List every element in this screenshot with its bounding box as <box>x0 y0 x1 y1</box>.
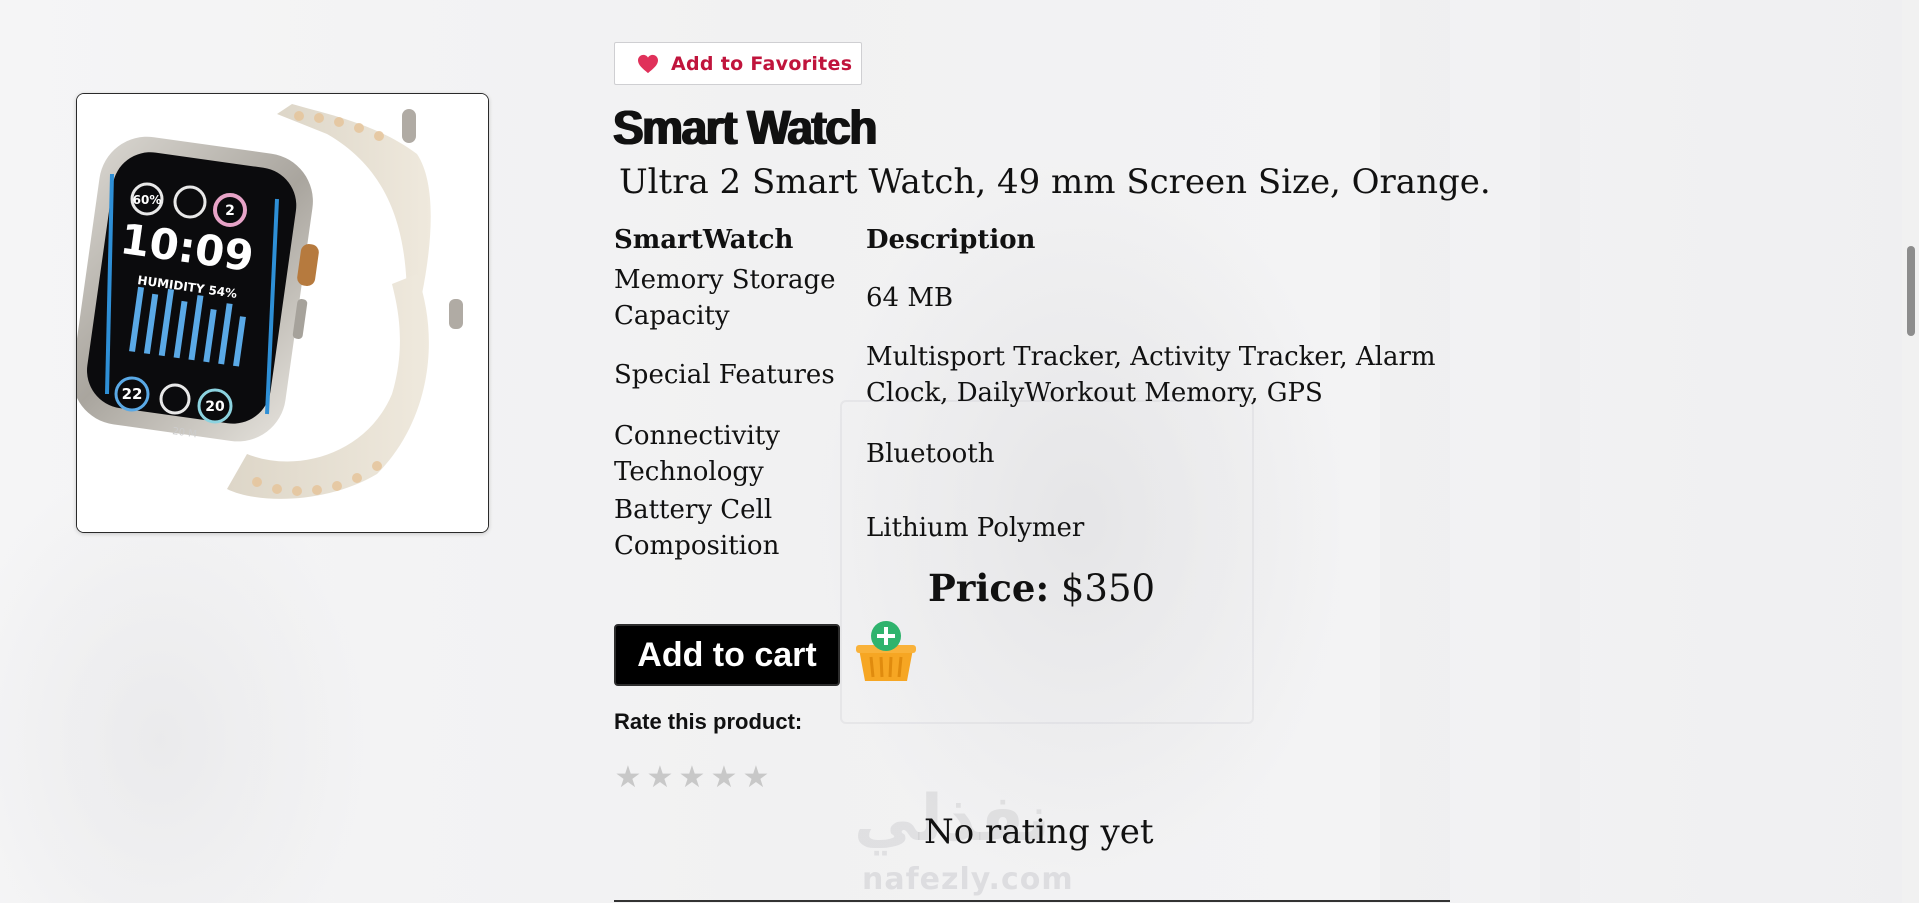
watch-ring-1: 60% <box>133 193 162 207</box>
scrollbar[interactable] <box>1902 0 1919 903</box>
spec-value: Bluetooth <box>866 439 995 469</box>
product-subtitle: Ultra 2 Smart Watch, 49 mm Screen Size, … <box>619 162 1491 202</box>
spec-key: Battery Cell Composition <box>614 495 780 561</box>
watermark-latin: nafezly.com <box>862 862 1074 897</box>
specs-table: SmartWatch Description Memory Storage Ca… <box>614 218 1454 565</box>
star-rating: ★ ★ ★ ★ ★ <box>612 762 772 794</box>
watch-ring-2: 2 <box>225 203 235 219</box>
spec-row-features: Special Features Multisport Tracker, Act… <box>614 337 1454 413</box>
divider <box>614 900 1450 902</box>
spec-key: Connectivity Technology <box>614 421 780 487</box>
price-value: $350 <box>1060 567 1156 610</box>
spec-key: Special Features <box>614 360 835 390</box>
product-name: Smart Watch <box>613 99 877 155</box>
add-basket-icon[interactable] <box>853 619 919 683</box>
spec-value: Lithium Polymer <box>866 513 1085 543</box>
spec-value: 64 MB <box>866 282 954 313</box>
rating-status: No rating yet <box>924 812 1154 852</box>
spec-row-battery: Battery Cell Composition Lithium Polymer <box>614 491 1454 565</box>
specs-header-key: SmartWatch <box>614 225 794 255</box>
star-icon[interactable]: ★ <box>644 762 676 794</box>
price: Price: $350 <box>928 566 1155 610</box>
background-blur <box>1540 0 1580 903</box>
spec-value: Multisport Tracker, Activity Tracker, Al… <box>866 342 1436 408</box>
scrollbar-thumb[interactable] <box>1907 246 1915 336</box>
watch-complication-1: 22 <box>122 385 143 403</box>
favorites-label: Add to Favorites <box>671 52 853 75</box>
price-label: Price: <box>928 566 1050 610</box>
spec-row-connectivity: Connectivity Technology Bluetooth <box>614 417 1454 491</box>
add-to-cart-button[interactable]: Add to cart <box>614 624 840 686</box>
specs-header-row: SmartWatch Description <box>614 218 1454 262</box>
smart-watch-image: 60% 2 10:09 HUMIDITY 54% 22 20 20 M <box>77 94 488 532</box>
star-icon[interactable]: ★ <box>676 762 708 794</box>
star-icon[interactable]: ★ <box>612 762 644 794</box>
product-image: 60% 2 10:09 HUMIDITY 54% 22 20 20 M <box>76 93 489 533</box>
spec-row-memory: Memory Storage Capacity 64 MB <box>614 262 1454 333</box>
heart-icon <box>638 54 658 73</box>
specs-header-value: Description <box>866 225 1036 255</box>
star-icon[interactable]: ★ <box>740 762 772 794</box>
star-icon[interactable]: ★ <box>708 762 740 794</box>
rate-label: Rate this product: <box>614 709 803 734</box>
add-to-favorites-button[interactable]: Add to Favorites <box>614 42 862 85</box>
spec-key: Memory Storage Capacity <box>614 264 836 331</box>
watch-complication-2: 20 <box>205 399 225 415</box>
